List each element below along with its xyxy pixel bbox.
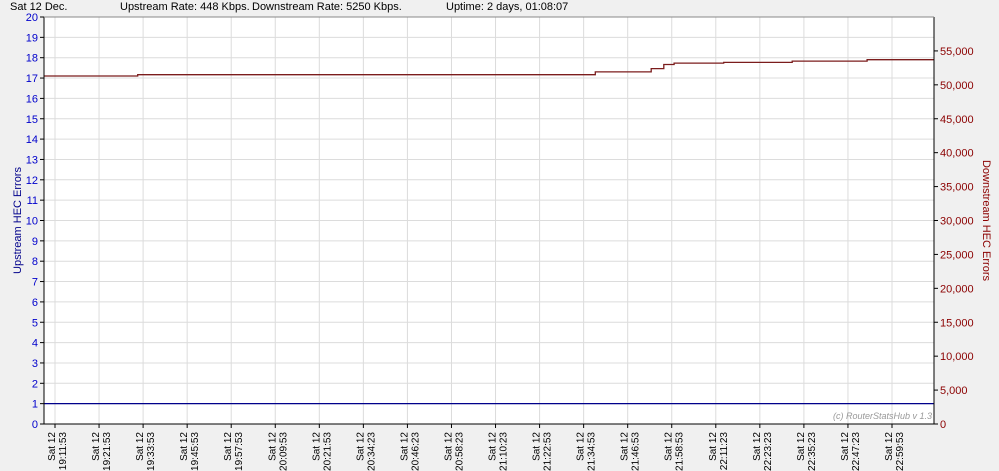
- y-left-tick-label: 6: [32, 297, 38, 309]
- y-right-tick-label: 55,000: [940, 46, 974, 58]
- y-right-tick-label: 15,000: [940, 317, 974, 329]
- y-left-tick-label: 5: [32, 317, 38, 329]
- y-left-tick-label: 20: [26, 12, 38, 24]
- x-tick-day: Sat 12: [840, 432, 851, 461]
- x-tick-day: Sat 12: [311, 432, 322, 461]
- watermark: (c) RouterStatsHub v 1.3: [833, 411, 932, 421]
- x-tick-day: Sat 12: [620, 432, 631, 461]
- x-tick-label: Sat 12 19:21:53: [91, 432, 113, 471]
- x-tick-time: 22:47:23: [851, 432, 862, 471]
- x-tick-label: Sat 12 21:22:53: [532, 432, 554, 471]
- x-tick-day: Sat 12: [135, 432, 146, 461]
- x-tick-day: Sat 12: [576, 432, 587, 461]
- y-axis-title-left: Upstream HEC Errors: [12, 167, 24, 274]
- x-tick-day: Sat 12: [796, 432, 807, 461]
- x-tick-time: 22:23:23: [763, 432, 774, 471]
- y-left-tick-label: 17: [26, 73, 38, 85]
- y-left-tick-label: 18: [26, 53, 38, 65]
- y-left-tick-label: 1: [32, 399, 38, 411]
- y-left-tick-label: 2: [32, 378, 38, 390]
- x-tick-time: 20:09:53: [278, 432, 289, 471]
- x-tick-day: Sat 12: [752, 432, 763, 461]
- x-tick-day: Sat 12: [443, 432, 454, 461]
- y-left-tick-label: 0: [32, 419, 38, 431]
- x-tick-day: Sat 12: [664, 432, 675, 461]
- x-tick-day: Sat 12: [355, 432, 366, 461]
- x-tick-time: 19:45:53: [190, 432, 201, 471]
- x-tick-time: 20:46:23: [410, 432, 421, 471]
- x-tick-label: Sat 12 21:46:53: [620, 432, 642, 471]
- y-right-tick-label: 45,000: [940, 114, 974, 126]
- y-right-tick-label: 25,000: [940, 249, 974, 261]
- x-tick-label: Sat 12 21:58:53: [664, 432, 686, 471]
- y-left-tick-label: 12: [26, 175, 38, 187]
- x-tick-label: Sat 12 20:58:23: [443, 432, 465, 471]
- x-tick-day: Sat 12: [179, 432, 190, 461]
- x-tick-time: 20:34:23: [366, 432, 377, 471]
- x-tick-time: 21:46:53: [631, 432, 642, 471]
- x-tick-time: 22:35:23: [807, 432, 818, 471]
- y-left-tick-label: 13: [26, 154, 38, 166]
- y-left-tick-label: 4: [32, 338, 38, 350]
- x-tick-label: Sat 12 19:57:53: [223, 432, 245, 471]
- y-right-tick-label: 5,000: [940, 385, 968, 397]
- x-tick-label: Sat 12 19:33:53: [135, 432, 157, 471]
- x-tick-label: Sat 12 22:59:53: [884, 432, 906, 471]
- x-tick-time: 21:58:53: [675, 432, 686, 471]
- x-tick-day: Sat 12: [91, 432, 102, 461]
- y-left-tick-label: 19: [26, 32, 38, 44]
- x-tick-day: Sat 12: [884, 432, 895, 461]
- x-tick-day: Sat 12: [47, 432, 58, 461]
- x-tick-label: Sat 12 22:23:23: [752, 432, 774, 471]
- x-tick-label: Sat 12 21:10:23: [488, 432, 510, 471]
- x-tick-label: Sat 12 22:11:23: [708, 432, 730, 471]
- y-right-tick-label: 35,000: [940, 182, 974, 194]
- y-left-tick-label: 3: [32, 358, 38, 370]
- x-tick-time: 19:21:53: [102, 432, 113, 471]
- y-left-tick-label: 15: [26, 114, 38, 126]
- y-right-tick-label: 0: [940, 419, 946, 431]
- x-tick-time: 21:22:53: [543, 432, 554, 471]
- x-tick-day: Sat 12: [708, 432, 719, 461]
- x-tick-day: Sat 12: [532, 432, 543, 461]
- x-tick-label: Sat 12 21:34:53: [576, 432, 598, 471]
- x-tick-time: 19:33:53: [146, 432, 157, 471]
- x-tick-label: Sat 12 20:34:23: [355, 432, 377, 471]
- x-tick-day: Sat 12: [223, 432, 234, 461]
- x-tick-time: 22:59:53: [895, 432, 906, 471]
- y-right-tick-label: 50,000: [940, 80, 974, 92]
- x-tick-label: Sat 12 22:47:23: [840, 432, 862, 471]
- x-tick-time: 20:58:23: [454, 432, 465, 471]
- y-left-tick-label: 16: [26, 93, 38, 105]
- x-tick-label: Sat 12 20:21:53: [311, 432, 333, 471]
- x-tick-day: Sat 12: [399, 432, 410, 461]
- x-tick-time: 19:57:53: [234, 432, 245, 471]
- x-tick-label: Sat 12 20:09:53: [267, 432, 289, 471]
- x-tick-time: 21:34:53: [587, 432, 598, 471]
- x-tick-label: Sat 12 19:45:53: [179, 432, 201, 471]
- y-right-tick-label: 20,000: [940, 283, 974, 295]
- x-tick-day: Sat 12: [267, 432, 278, 461]
- y-left-tick-label: 8: [32, 256, 38, 268]
- x-tick-label: Sat 12 22:35:23: [796, 432, 818, 471]
- gridlines: [44, 16, 934, 425]
- x-tick-day: Sat 12: [488, 432, 499, 461]
- y-right-tick-label: 30,000: [940, 216, 974, 228]
- x-tick-time: 22:11:23: [719, 432, 730, 471]
- x-tick-time: 19:11:53: [58, 432, 69, 471]
- x-tick-label: Sat 12 20:46:23: [399, 432, 421, 471]
- y-left-tick-label: 14: [26, 134, 38, 146]
- y-left-tick-label: 11: [27, 195, 38, 207]
- x-tick-time: 20:21:53: [322, 432, 333, 471]
- y-left-tick-label: 9: [32, 236, 38, 248]
- x-tick-label: Sat 12 19:11:53: [47, 432, 69, 471]
- y-left-tick-label: 7: [32, 277, 38, 289]
- hec-errors-chart: 0123456789101112131415161718192005,00010…: [12, 12, 992, 471]
- x-tick-time: 21:10:23: [499, 432, 510, 471]
- y-axis-title-right: Downstream HEC Errors: [980, 160, 992, 282]
- y-right-tick-label: 10,000: [940, 351, 974, 363]
- y-left-tick-label: 10: [26, 216, 38, 228]
- y-right-tick-label: 40,000: [940, 148, 974, 160]
